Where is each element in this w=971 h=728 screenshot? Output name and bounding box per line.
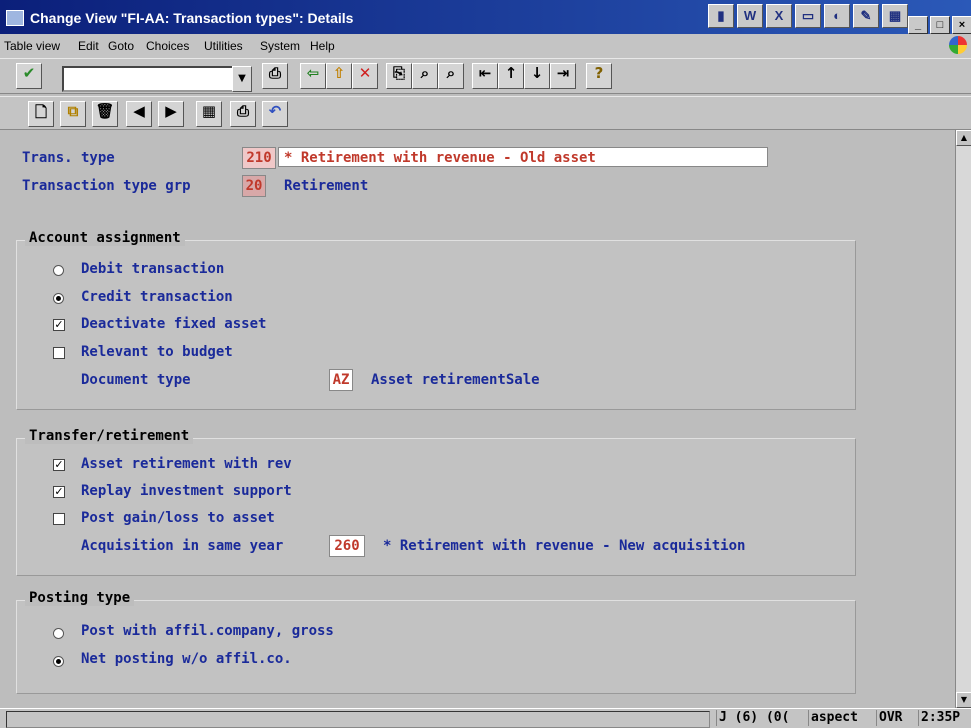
command-dropdown-icon[interactable]: ▼ (232, 66, 252, 92)
menu-utilities[interactable]: Utilities (204, 39, 243, 53)
status-bar: J (6) (0( aspect OVR 2:35P (0, 708, 971, 728)
debit-transaction-radio[interactable] (53, 265, 64, 276)
menu-edit[interactable]: Edit (78, 39, 99, 53)
new-entries-icon[interactable]: 🗋 (28, 101, 54, 127)
grid-icon[interactable]: ▦ (882, 4, 908, 28)
acquisition-same-year-label: Acquisition in same year (81, 538, 284, 554)
post-with-affil-radio[interactable] (53, 628, 64, 639)
scroll-up-icon[interactable]: ▲ (956, 130, 971, 146)
transaction-type-group-code[interactable]: 20 (242, 175, 266, 197)
transfer-retirement-group: Transfer/retirement ✓ Asset retirement w… (16, 428, 856, 576)
net-posting-label: Net posting w/o affil.co. (81, 651, 292, 667)
relevant-to-budget-checkbox[interactable] (53, 347, 65, 359)
print-view-icon[interactable]: ⎙ (230, 101, 256, 127)
paint-icon[interactable]: ✎ (853, 4, 879, 28)
application-toolbar: 🗋 ⧉ 🗑 ◀ ▶ ▦ ⎙ ↶ (0, 96, 971, 130)
close-button[interactable]: × (952, 16, 971, 34)
last-page-icon[interactable]: ⇥ (550, 63, 576, 89)
credit-transaction-radio[interactable] (53, 293, 64, 304)
window-title: Change View "FI-AA: Transaction types": … (30, 10, 354, 26)
relevant-to-budget-label: Relevant to budget (81, 344, 233, 360)
transaction-type-group-desc: Retirement (284, 178, 369, 194)
post-gain-loss-checkbox[interactable] (53, 513, 65, 525)
app-icon (6, 10, 24, 26)
posting-type-title: Posting type (25, 590, 135, 606)
document-type-label: Document type (81, 372, 191, 388)
replay-investment-label: Replay investment support (81, 483, 292, 499)
replay-investment-checkbox[interactable]: ✓ (53, 486, 65, 498)
asset-retirement-label: Asset retirement with rev (81, 456, 292, 472)
post-gain-loss-label: Post gain/loss to asset (81, 510, 275, 526)
session-info: J (6) (0( (716, 710, 791, 726)
menu-help[interactable]: Help (310, 39, 335, 53)
back-icon[interactable]: ⇦ (300, 63, 326, 89)
cancel-icon[interactable]: ✕ (352, 63, 378, 89)
previous-page-icon[interactable]: ↑ (498, 63, 524, 89)
menu-table-view[interactable]: Table view (4, 39, 60, 53)
credit-transaction-label: Credit transaction (81, 289, 233, 305)
save-icon[interactable]: ⎙ (262, 63, 288, 89)
acquisition-same-year-desc: * Retirement with revenue - New acquisit… (383, 538, 746, 554)
title-bar: Change View "FI-AA: Transaction types": … (0, 0, 971, 34)
insert-mode: OVR (876, 710, 904, 726)
transfer-retirement-title: Transfer/retirement (25, 428, 194, 444)
first-page-icon[interactable]: ⇤ (472, 63, 498, 89)
scroll-down-icon[interactable]: ▼ (956, 692, 971, 708)
maximize-button[interactable]: □ (930, 16, 950, 34)
acquisition-same-year-code[interactable]: 260 (329, 535, 365, 557)
enter-check-icon[interactable]: ✔ (16, 63, 42, 89)
sap-logo-icon (949, 36, 967, 54)
debit-transaction-label: Debit transaction (81, 261, 225, 277)
find-icon[interactable]: ⌕ (412, 63, 438, 89)
vertical-scrollbar[interactable]: ▲ ▼ (955, 130, 971, 708)
find-next-icon[interactable]: ⌕ (438, 63, 464, 89)
account-assignment-group: Account assignment Debit transaction Cre… (16, 230, 856, 410)
post-with-affil-label: Post with affil.company, gross (81, 623, 334, 639)
taskbar-icons: ▮ W X ▭ ◐ ✎ ▦ (708, 4, 908, 28)
exit-icon[interactable]: ⇧ (326, 63, 352, 89)
excel-icon[interactable]: X (766, 4, 792, 28)
account-assignment-title: Account assignment (25, 230, 185, 246)
asset-retirement-checkbox[interactable]: ✓ (53, 459, 65, 471)
delete-icon[interactable]: 🗑 (92, 101, 118, 127)
next-page-icon[interactable]: ↓ (524, 63, 550, 89)
deactivate-fixed-asset-checkbox[interactable]: ✓ (53, 319, 65, 331)
command-field[interactable] (62, 66, 234, 92)
print-icon[interactable]: ⎘ (386, 63, 412, 89)
details-screen: Trans. type 210 * Retirement with revenu… (0, 130, 955, 708)
clock: 2:35P (918, 710, 962, 726)
copy-as-icon[interactable]: ⧉ (60, 101, 86, 127)
window-icon[interactable]: ▭ (795, 4, 821, 28)
next-entry-icon[interactable]: ▶ (158, 101, 184, 127)
document-type-code[interactable]: AZ (329, 369, 353, 391)
deactivate-fixed-asset-label: Deactivate fixed asset (81, 316, 267, 332)
undo-change-icon[interactable]: ↶ (262, 101, 288, 127)
trans-type-code[interactable]: 210 (242, 147, 276, 169)
client-info: aspect (808, 710, 860, 726)
trans-type-desc: * Retirement with revenue - Old asset (284, 150, 596, 166)
standard-toolbar: ✔ ▼ ⎙ ⇦ ⇧ ✕ ⎘ ⌕ ⌕ ⇤ ↑ ↓ ⇥ ? (0, 58, 971, 94)
menu-goto[interactable]: Goto (108, 39, 134, 53)
word-icon[interactable]: W (737, 4, 763, 28)
net-posting-radio[interactable] (53, 656, 64, 667)
app-shortcut-icon[interactable]: ▮ (708, 4, 734, 28)
menu-system[interactable]: System (260, 39, 300, 53)
document-type-desc: Asset retirementSale (371, 372, 540, 388)
menu-choices[interactable]: Choices (146, 39, 189, 53)
help-icon[interactable]: ? (586, 63, 612, 89)
status-message-area (6, 711, 710, 728)
previous-entry-icon[interactable]: ◀ (126, 101, 152, 127)
transaction-type-group-label: Transaction type grp (22, 178, 191, 194)
select-all-icon[interactable]: ▦ (196, 101, 222, 127)
posting-type-group: Posting type Post with affil.company, gr… (16, 590, 856, 694)
shortcut-icon[interactable]: ◐ (824, 4, 850, 28)
minimize-button[interactable]: _ (908, 16, 928, 34)
trans-type-label: Trans. type (22, 150, 115, 166)
menu-bar: Table view Edit Goto Choices Utilities S… (0, 34, 971, 58)
